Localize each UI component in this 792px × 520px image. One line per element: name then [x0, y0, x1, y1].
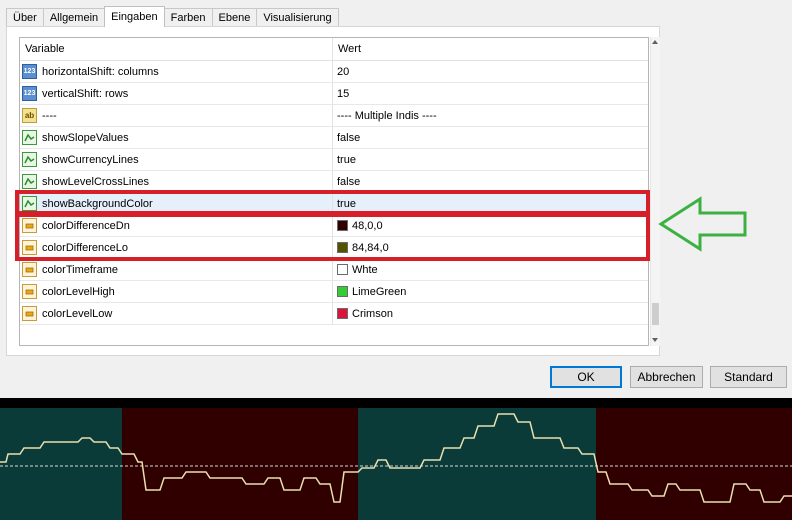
column-header-value[interactable]: Wert	[333, 38, 648, 60]
column-header-variable[interactable]: Variable	[20, 38, 333, 60]
value-text: false	[337, 175, 361, 188]
color-icon	[22, 284, 37, 299]
value-text: 20	[337, 65, 350, 78]
number-icon: 123	[22, 86, 37, 101]
tab-farben[interactable]: Farben	[163, 8, 213, 26]
variable-cell[interactable]: 123 horizontalShift: columns	[20, 61, 333, 82]
background-band	[0, 408, 122, 520]
color-icon	[22, 306, 37, 321]
scroll-up-arrow-icon[interactable]	[652, 40, 658, 44]
variable-name: colorTimeframe	[42, 263, 118, 276]
scroll-down-arrow-icon[interactable]	[652, 338, 658, 342]
value-cell[interactable]: false	[333, 127, 648, 148]
variable-cell[interactable]: ab ----	[20, 105, 333, 126]
variable-name: horizontalShift: columns	[42, 65, 159, 78]
grid-row[interactable]: colorLevelLow Crimson	[20, 303, 648, 325]
tab-ebene[interactable]: Ebene	[211, 8, 258, 26]
variable-name: showSlopeValues	[42, 131, 129, 144]
color-swatch	[337, 264, 348, 275]
color-icon	[22, 262, 37, 277]
grid-row[interactable]: 123 horizontalShift: columns 20	[20, 61, 648, 83]
properties-dialog: Über Allgemein Eingaben Farben Ebene Vis…	[0, 0, 792, 398]
text-icon: ab	[22, 108, 37, 123]
value-text: 15	[337, 87, 350, 100]
value-text: LimeGreen	[352, 285, 407, 298]
value-text: ---- Multiple Indis ----	[337, 109, 437, 122]
value-cell[interactable]: LimeGreen	[333, 281, 648, 302]
grid-vertical-scrollbar[interactable]	[650, 37, 660, 346]
scrollbar-thumb[interactable]	[652, 303, 659, 325]
price-chart	[0, 398, 792, 520]
variable-cell[interactable]: showSlopeValues	[20, 127, 333, 148]
left-arrow-icon	[658, 196, 747, 252]
chart-top-strip	[0, 398, 792, 408]
variable-cell[interactable]: showLevelCrossLines	[20, 171, 333, 192]
value-cell[interactable]: ---- Multiple Indis ----	[333, 105, 648, 126]
highlight-box-background-color	[15, 190, 650, 215]
value-cell[interactable]: false	[333, 171, 648, 192]
value-text: true	[337, 153, 356, 166]
cancel-button[interactable]: Abbrechen	[630, 366, 703, 388]
variable-name: ----	[42, 109, 57, 122]
value-cell[interactable]: true	[333, 149, 648, 170]
grid-row[interactable]: colorLevelHigh LimeGreen	[20, 281, 648, 303]
number-icon: 123	[22, 64, 37, 79]
grid-row[interactable]: 123 verticalShift: rows 15	[20, 83, 648, 105]
variable-cell[interactable]: colorTimeframe	[20, 259, 333, 280]
tab-visualisierung[interactable]: Visualisierung	[256, 8, 339, 26]
boolean-icon	[22, 174, 37, 189]
value-text: false	[337, 131, 361, 144]
grid-header: Variable Wert	[20, 38, 648, 61]
background-band	[358, 408, 596, 520]
boolean-icon	[22, 130, 37, 145]
value-text: Whte	[352, 263, 378, 276]
background-band	[596, 408, 792, 520]
value-cell[interactable]: Crimson	[333, 303, 648, 324]
background-band	[122, 408, 358, 520]
variable-name: verticalShift: rows	[42, 87, 129, 100]
grid-row[interactable]: ab ---- ---- Multiple Indis ----	[20, 105, 648, 127]
value-cell[interactable]: Whte	[333, 259, 648, 280]
ok-button[interactable]: OK	[550, 366, 622, 388]
standard-button[interactable]: Standard	[710, 366, 787, 388]
variable-cell[interactable]: 123 verticalShift: rows	[20, 83, 333, 104]
value-text: Crimson	[352, 307, 393, 320]
tab-strip: Über Allgemein Eingaben Farben Ebene Vis…	[6, 6, 339, 27]
grid-row[interactable]: showCurrencyLines true	[20, 149, 648, 171]
tab-eingaben[interactable]: Eingaben	[104, 6, 165, 27]
value-cell[interactable]: 20	[333, 61, 648, 82]
grid-row[interactable]: showSlopeValues false	[20, 127, 648, 149]
boolean-icon	[22, 152, 37, 167]
highlight-box-difference-colors	[15, 213, 650, 261]
variable-name: colorLevelHigh	[42, 285, 115, 298]
variable-cell[interactable]: colorLevelLow	[20, 303, 333, 324]
variable-name: colorLevelLow	[42, 307, 113, 320]
variable-name: showLevelCrossLines	[42, 175, 149, 188]
tab-allgemein[interactable]: Allgemein	[42, 8, 106, 26]
variable-cell[interactable]: showCurrencyLines	[20, 149, 333, 170]
tab-ueber[interactable]: Über	[6, 8, 44, 26]
variable-cell[interactable]: colorLevelHigh	[20, 281, 333, 302]
value-cell[interactable]: 15	[333, 83, 648, 104]
variable-name: showCurrencyLines	[42, 153, 139, 166]
color-swatch	[337, 308, 348, 319]
grid-row[interactable]: colorTimeframe Whte	[20, 259, 648, 281]
background-bands	[0, 408, 792, 520]
color-swatch	[337, 286, 348, 297]
